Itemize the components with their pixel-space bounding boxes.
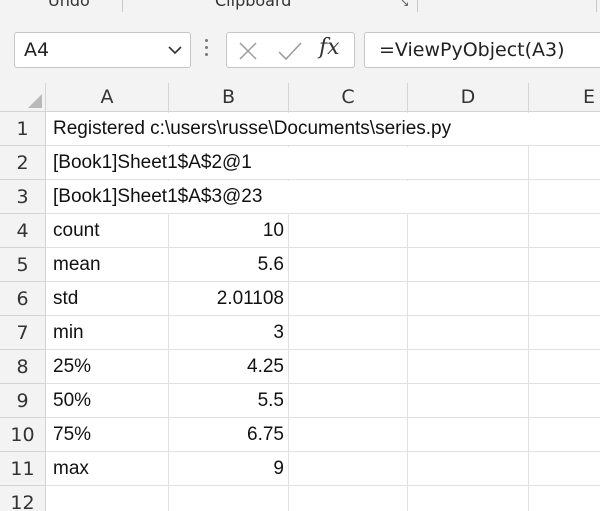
grid-line xyxy=(46,417,600,418)
insert-function-icon[interactable]: fx xyxy=(319,35,340,60)
grid-line xyxy=(46,485,600,486)
grid-line xyxy=(46,247,600,248)
row-header-6[interactable]: 6 xyxy=(0,282,46,316)
cell-b11[interactable]: 9 xyxy=(170,452,284,486)
grid-line xyxy=(46,383,600,384)
row-header-5[interactable]: 5 xyxy=(0,248,46,282)
row-header-9[interactable]: 9 xyxy=(0,384,46,418)
cell-a9[interactable]: 50% xyxy=(53,384,91,418)
column-header-c[interactable]: C xyxy=(289,83,408,112)
ribbon-strip: Undo Clipboard ↘ xyxy=(0,0,600,15)
cell-b4[interactable]: 10 xyxy=(170,214,284,248)
cell-b6[interactable]: 2.01108 xyxy=(170,282,284,316)
ribbon-group-undo[interactable]: Undo xyxy=(48,0,90,10)
grid-line xyxy=(46,281,600,282)
row-header-10[interactable]: 10 xyxy=(0,418,46,452)
ribbon-group-clipboard[interactable]: Clipboard xyxy=(215,0,291,10)
ribbon-separator xyxy=(417,0,418,12)
cell-b10[interactable]: 6.75 xyxy=(170,418,284,452)
cancel-icon[interactable] xyxy=(237,40,259,62)
chevron-down-icon[interactable] xyxy=(168,45,182,55)
cell-a10[interactable]: 75% xyxy=(53,418,91,452)
cell-a2[interactable]: [Book1]Sheet1$A$2@1 xyxy=(53,146,252,180)
cell-b7[interactable]: 3 xyxy=(170,316,284,350)
row-header-7[interactable]: 7 xyxy=(0,316,46,350)
row-header-12[interactable]: 12 xyxy=(0,486,46,511)
cell-a1[interactable]: Registered c:\users\russe\Documents\seri… xyxy=(53,112,451,146)
grid-line xyxy=(46,451,600,452)
grid-line xyxy=(46,315,600,316)
column-header-d[interactable]: D xyxy=(408,83,529,112)
row-header-4[interactable]: 4 xyxy=(0,214,46,248)
cell-a4[interactable]: count xyxy=(53,214,99,248)
name-box[interactable]: A4 xyxy=(14,32,191,68)
cell-a8[interactable]: 25% xyxy=(53,350,91,384)
row-header-8[interactable]: 8 xyxy=(0,350,46,384)
cell-a5[interactable]: mean xyxy=(53,248,101,282)
dialog-launcher-icon[interactable]: ↘ xyxy=(400,0,409,9)
column-header-b[interactable]: B xyxy=(169,83,289,112)
grid-line xyxy=(46,349,600,350)
checkmark-icon[interactable] xyxy=(277,40,303,62)
formula-bar-row: A4 fx =ViewPyObject(A3) xyxy=(0,15,600,87)
formula-text: =ViewPyObject(A3) xyxy=(379,39,565,61)
more-options-icon[interactable] xyxy=(203,39,209,61)
cell-a3[interactable]: [Book1]Sheet1$A$3@23 xyxy=(53,180,262,214)
ribbon-separator xyxy=(596,0,597,12)
row-header-11[interactable]: 11 xyxy=(0,452,46,486)
worksheet-grid[interactable]: A B C D E 1 2 3 4 5 6 7 8 9 10 11 12 Reg… xyxy=(0,83,600,511)
cell-a7[interactable]: min xyxy=(53,316,84,350)
cell-a6[interactable]: std xyxy=(53,282,78,316)
cell-b9[interactable]: 5.5 xyxy=(170,384,284,418)
cell-b5[interactable]: 5.6 xyxy=(170,248,284,282)
formula-actions: fx xyxy=(226,32,355,68)
column-header-a[interactable]: A xyxy=(46,83,169,112)
row-header-2[interactable]: 2 xyxy=(0,146,46,180)
column-header-e[interactable]: E xyxy=(529,83,600,112)
row-header-1[interactable]: 1 xyxy=(0,112,46,146)
ribbon-separator xyxy=(122,0,123,12)
row-header-3[interactable]: 3 xyxy=(0,180,46,214)
cell-a11[interactable]: max xyxy=(53,452,89,486)
formula-input[interactable]: =ViewPyObject(A3) xyxy=(364,32,600,68)
cell-b8[interactable]: 4.25 xyxy=(170,350,284,384)
select-all-button[interactable] xyxy=(0,83,46,112)
name-box-value: A4 xyxy=(24,39,50,61)
